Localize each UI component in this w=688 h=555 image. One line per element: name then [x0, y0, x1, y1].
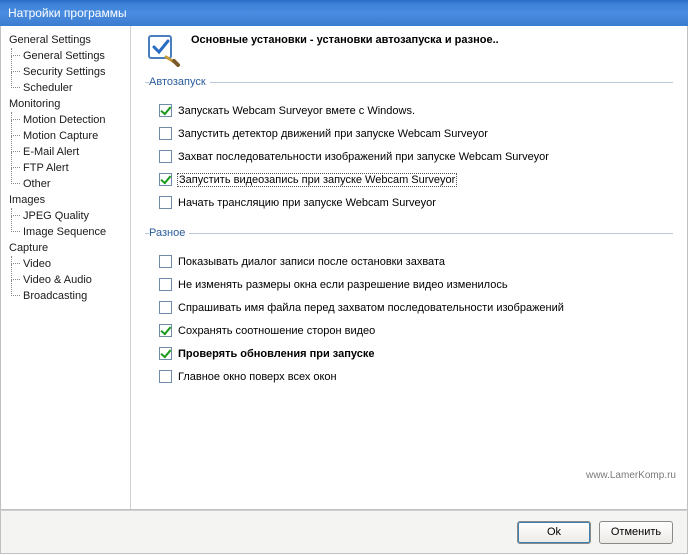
tree-item-security-settings[interactable]: Security Settings: [7, 64, 130, 80]
panel-header: Основные установки - установки автозапус…: [145, 32, 673, 68]
check-label: Сохранять соотношение сторон видео: [178, 325, 375, 337]
checkbox-icon[interactable]: [159, 301, 172, 314]
tree-item-jpeg-quality[interactable]: JPEG Quality: [7, 208, 130, 224]
tree-item-video[interactable]: Video: [7, 256, 130, 272]
check-label: Главное окно поверх всех окон: [178, 371, 337, 383]
group-misc-legend: Разное: [149, 227, 189, 239]
check-autostart-windows[interactable]: Запускать Webcam Surveyor вмете с Window…: [149, 100, 673, 121]
check-label: Показывать диалог записи после остановки…: [178, 256, 445, 268]
panel-icon: [145, 32, 181, 68]
check-show-record-dialog[interactable]: Показывать диалог записи после остановки…: [149, 251, 673, 272]
check-label: Запускать Webcam Surveyor вмете с Window…: [178, 105, 415, 117]
tree-item-email-alert[interactable]: E-Mail Alert: [7, 144, 130, 160]
group-misc: Разное Показывать диалог записи после ос…: [145, 227, 673, 393]
check-no-resize-window[interactable]: Не изменять размеры окна если разрешение…: [149, 274, 673, 295]
checkbox-icon[interactable]: [159, 324, 172, 337]
check-autostart-video-record[interactable]: Запустить видеозапись при запуске Webcam…: [149, 169, 673, 190]
check-label: Запустить видеозапись при запуске Webcam…: [178, 174, 456, 186]
tree-cat-general[interactable]: General Settings: [7, 32, 130, 48]
tree-item-scheduler[interactable]: Scheduler: [7, 80, 130, 96]
checkbox-icon[interactable]: [159, 370, 172, 383]
tree-item-broadcasting[interactable]: Broadcasting: [7, 288, 130, 304]
check-label: Спрашивать имя файла перед захватом посл…: [178, 302, 564, 314]
group-autostart: Автозапуск Запускать Webcam Surveyor вме…: [145, 76, 673, 219]
tree-item-image-sequence[interactable]: Image Sequence: [7, 224, 130, 240]
tree-cat-capture[interactable]: Capture: [7, 240, 130, 256]
checkbox-icon[interactable]: [159, 104, 172, 117]
content-area: General Settings General Settings Securi…: [0, 26, 688, 510]
settings-panel: Основные установки - установки автозапус…: [131, 26, 687, 509]
tree-cat-images[interactable]: Images: [7, 192, 130, 208]
page-title: Основные установки - установки автозапус…: [191, 32, 499, 46]
check-label: Не изменять размеры окна если разрешение…: [178, 279, 508, 291]
cancel-button[interactable]: Отменить: [599, 521, 673, 544]
watermark-text: www.LamerKomp.ru: [586, 470, 676, 481]
check-ask-filename[interactable]: Спрашивать имя файла перед захватом посл…: [149, 297, 673, 318]
checkbox-icon[interactable]: [159, 196, 172, 209]
check-label: Запустить детектор движений при запуске …: [178, 128, 488, 140]
checkbox-icon[interactable]: [159, 127, 172, 140]
check-label: Начать трансляцию при запуске Webcam Sur…: [178, 197, 436, 209]
tree-item-motion-detection[interactable]: Motion Detection: [7, 112, 130, 128]
check-autostart-motion-detector[interactable]: Запустить детектор движений при запуске …: [149, 123, 673, 144]
check-keep-aspect[interactable]: Сохранять соотношение сторон видео: [149, 320, 673, 341]
ok-button[interactable]: Ok: [517, 521, 591, 544]
checkbox-icon[interactable]: [159, 255, 172, 268]
category-tree: General Settings General Settings Securi…: [1, 26, 131, 509]
check-check-updates[interactable]: Проверять обновления при запуске: [149, 343, 673, 364]
check-always-on-top[interactable]: Главное окно поверх всех окон: [149, 366, 673, 387]
tree-cat-monitoring[interactable]: Monitoring: [7, 96, 130, 112]
check-autostart-broadcast[interactable]: Начать трансляцию при запуске Webcam Sur…: [149, 192, 673, 213]
tree-item-other[interactable]: Other: [7, 176, 130, 192]
check-label: Проверять обновления при запуске: [178, 348, 374, 360]
tree-item-ftp-alert[interactable]: FTP Alert: [7, 160, 130, 176]
tree-item-motion-capture[interactable]: Motion Capture: [7, 128, 130, 144]
tree-item-general-settings[interactable]: General Settings: [7, 48, 130, 64]
tree-item-video-audio[interactable]: Video & Audio: [7, 272, 130, 288]
window-title: Натройки программы: [8, 6, 127, 20]
checkbox-icon[interactable]: [159, 347, 172, 360]
checkbox-icon[interactable]: [159, 173, 172, 186]
window-titlebar: Натройки программы: [0, 0, 688, 26]
check-autostart-image-sequence[interactable]: Захват последовательности изображений пр…: [149, 146, 673, 167]
dialog-footer: Ok Отменить: [0, 510, 688, 554]
checkbox-icon[interactable]: [159, 150, 172, 163]
group-autostart-legend: Автозапуск: [149, 76, 210, 88]
checkbox-icon[interactable]: [159, 278, 172, 291]
check-label: Захват последовательности изображений пр…: [178, 151, 549, 163]
